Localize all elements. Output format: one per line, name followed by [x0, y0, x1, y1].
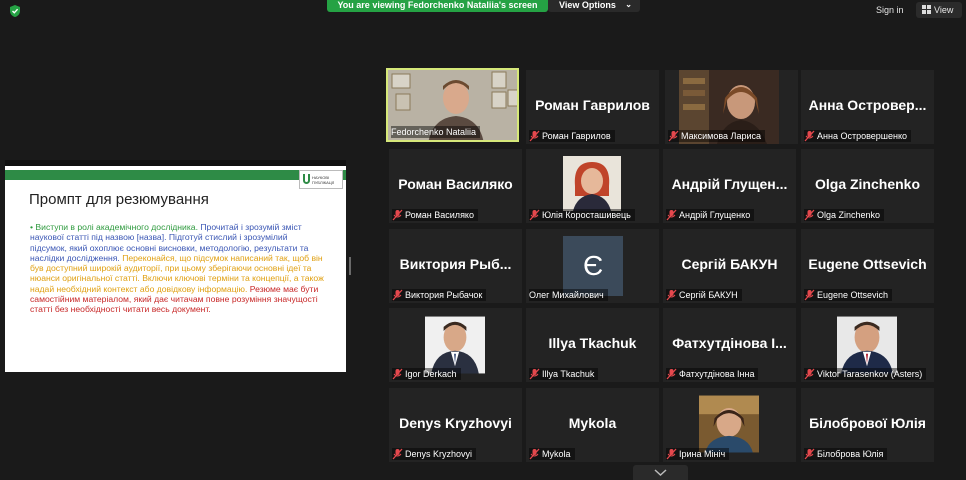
- slide-green-bar: [5, 170, 346, 180]
- participant-name-label: Олег Михайлович: [529, 289, 608, 301]
- shared-screen-slide: НАУКОВІ ПУБЛІКАЦІЇ Промпт для резюмуванн…: [5, 160, 346, 372]
- participant-display-name: Виктория Рыб...: [399, 256, 512, 272]
- participant-name-label: Фатхутдінова Інна: [666, 368, 759, 380]
- slide-body: • Виступи в ролі академічного дослідника…: [30, 222, 326, 315]
- participant-tile[interactable]: Юлія Короcташивець: [526, 149, 659, 223]
- mic-muted-icon: [666, 289, 677, 301]
- participant-name-label: Андрій Глущенко: [666, 209, 755, 221]
- participant-tile[interactable]: Eugene Ottsevich Eugene Ottsevich: [801, 229, 934, 303]
- mic-muted-icon: [529, 448, 540, 460]
- mic-muted-icon: [804, 448, 815, 460]
- participant-display-name: Сергій БАКУН: [681, 256, 778, 272]
- mic-muted-icon: [804, 289, 815, 301]
- participant-tile[interactable]: Білобрової Юлія Білоброва Юлія: [801, 388, 934, 462]
- participant-display-name: Фатхутдінова І...: [672, 335, 787, 351]
- participant-name-label: Білоброва Юлія: [804, 448, 888, 460]
- participant-tile[interactable]: Роман Гаврилов Роман Гаврилов: [526, 70, 659, 144]
- participant-display-name: Андрій Глущен...: [671, 176, 788, 192]
- slide-title: Промпт для резюмування: [29, 191, 209, 208]
- participant-name-label: Роман Василяко: [392, 209, 478, 221]
- participant-tile[interactable]: Виктория Рыб... Виктория Рыбачок: [389, 229, 522, 303]
- participant-name-label: Fedorchenko Nataliia: [391, 126, 481, 138]
- mic-muted-icon: [666, 368, 677, 380]
- participant-name-label: Ірина Мініч: [666, 448, 730, 460]
- participant-tile[interactable]: Mykola Mykola: [526, 388, 659, 462]
- zoom-meeting-window: You are viewing Fedorchenko Nataliia's s…: [0, 0, 966, 480]
- mic-muted-icon: [392, 209, 403, 221]
- mic-muted-icon: [666, 209, 677, 221]
- participant-tile[interactable]: Ірина Мініч: [663, 388, 796, 462]
- participant-name-label: Анна Островершенко: [804, 130, 912, 142]
- mic-muted-icon: [804, 368, 815, 380]
- participant-tile[interactable]: Denys Kryzhovyi Denys Kryzhovyi: [389, 388, 522, 462]
- participant-name-label: Igor Derkach: [392, 368, 461, 380]
- participant-tile[interactable]: Viktor Tarasenkov (Asters): [801, 308, 934, 382]
- chevron-down-icon: ⌄: [625, 0, 632, 9]
- participant-name-label: Denys Kryzhovyi: [392, 448, 477, 460]
- publications-logo: НАУКОВІ ПУБЛІКАЦІЇ: [299, 170, 343, 189]
- mic-muted-icon: [392, 289, 403, 301]
- participant-name-label: Юлія Короcташивець: [529, 209, 635, 221]
- mic-muted-icon: [392, 368, 403, 380]
- participant-tile[interactable]: Olga Zinchenko Olga Zinchenko: [801, 149, 934, 223]
- participant-tile[interactable]: Igor Derkach: [389, 308, 522, 382]
- mic-muted-icon: [666, 448, 677, 460]
- participant-tile[interactable]: Є Олег Михайлович: [526, 229, 659, 303]
- chevron-down-icon: [654, 469, 667, 477]
- splitter-handle[interactable]: [349, 257, 351, 275]
- participant-tile[interactable]: Illya Tkachuk Illya Tkachuk: [526, 308, 659, 382]
- participant-name-label: Сергій БАКУН: [666, 289, 742, 301]
- participant-tile[interactable]: Сергій БАКУН Сергій БАКУН: [663, 229, 796, 303]
- view-label: View: [934, 5, 954, 15]
- participant-photo: [837, 316, 897, 374]
- view-button[interactable]: View: [916, 2, 962, 18]
- mic-muted-icon: [392, 448, 403, 460]
- participant-tile[interactable]: Роман Василяко Роман Василяко: [389, 149, 522, 223]
- participant-name-label: Eugene Ottsevich: [804, 289, 893, 301]
- participant-display-name: Eugene Ottsevich: [808, 256, 927, 272]
- participant-name-label: Olga Zinchenko: [804, 209, 885, 221]
- participant-name-label: Viktor Tarasenkov (Asters): [804, 368, 927, 380]
- participant-photo: [425, 316, 485, 374]
- mic-muted-icon: [529, 368, 540, 380]
- view-options-label: View Options: [559, 0, 616, 10]
- participant-tile[interactable]: Фатхутдінова І... Фатхутдінова Інна: [663, 308, 796, 382]
- mic-muted-icon: [804, 209, 815, 221]
- participant-name-label: Виктория Рыбачок: [392, 289, 487, 301]
- collapse-panel-button[interactable]: [633, 465, 688, 480]
- grid-view-icon: [922, 5, 931, 14]
- mic-muted-icon: [668, 130, 679, 142]
- participant-photo: [563, 156, 621, 211]
- participant-display-name: Роман Гаврилов: [535, 97, 650, 113]
- sign-in-button[interactable]: Sign in: [870, 3, 910, 17]
- participant-display-name: Mykola: [568, 415, 617, 431]
- participant-display-name: Роман Василяко: [398, 176, 513, 192]
- participant-tile[interactable]: Андрій Глущен... Андрій Глущенко: [663, 149, 796, 223]
- participant-display-name: Illya Tkachuk: [548, 335, 637, 351]
- participant-name-label: Максимова Лариса: [668, 130, 765, 142]
- participant-name-label: Illya Tkachuk: [529, 368, 599, 380]
- participant-display-name: Denys Kryzhovyi: [399, 415, 512, 431]
- participant-tile[interactable]: Анна Островер... Анна Островершенко: [801, 70, 934, 144]
- participant-photo: [699, 395, 759, 453]
- participant-name-label: Mykola: [529, 448, 575, 460]
- participant-name-label: Роман Гаврилов: [529, 130, 615, 142]
- participant-display-name: Білобрової Юлія: [809, 415, 926, 431]
- participant-display-name: Olga Zinchenko: [814, 176, 920, 192]
- mic-muted-icon: [529, 209, 540, 221]
- shield-check-icon[interactable]: [8, 4, 22, 18]
- participant-avatar-letter: Є: [563, 236, 623, 296]
- view-options-button[interactable]: View Options ⌄: [548, 0, 640, 12]
- logo-line-2: ПУБЛІКАЦІЇ: [312, 180, 334, 185]
- mic-muted-icon: [804, 130, 815, 142]
- mic-muted-icon: [529, 130, 540, 142]
- participant-display-name: Анна Островер...: [808, 97, 927, 113]
- participant-tile[interactable]: Fedorchenko Nataliia: [386, 68, 519, 142]
- slide-text-green: Виступи в ролі академічного дослідника.: [35, 222, 198, 232]
- participant-tile[interactable]: Максимова Лариса: [665, 70, 798, 144]
- viewing-screen-banner: You are viewing Fedorchenko Nataliia's s…: [327, 0, 548, 12]
- slide-top-band: [5, 160, 346, 166]
